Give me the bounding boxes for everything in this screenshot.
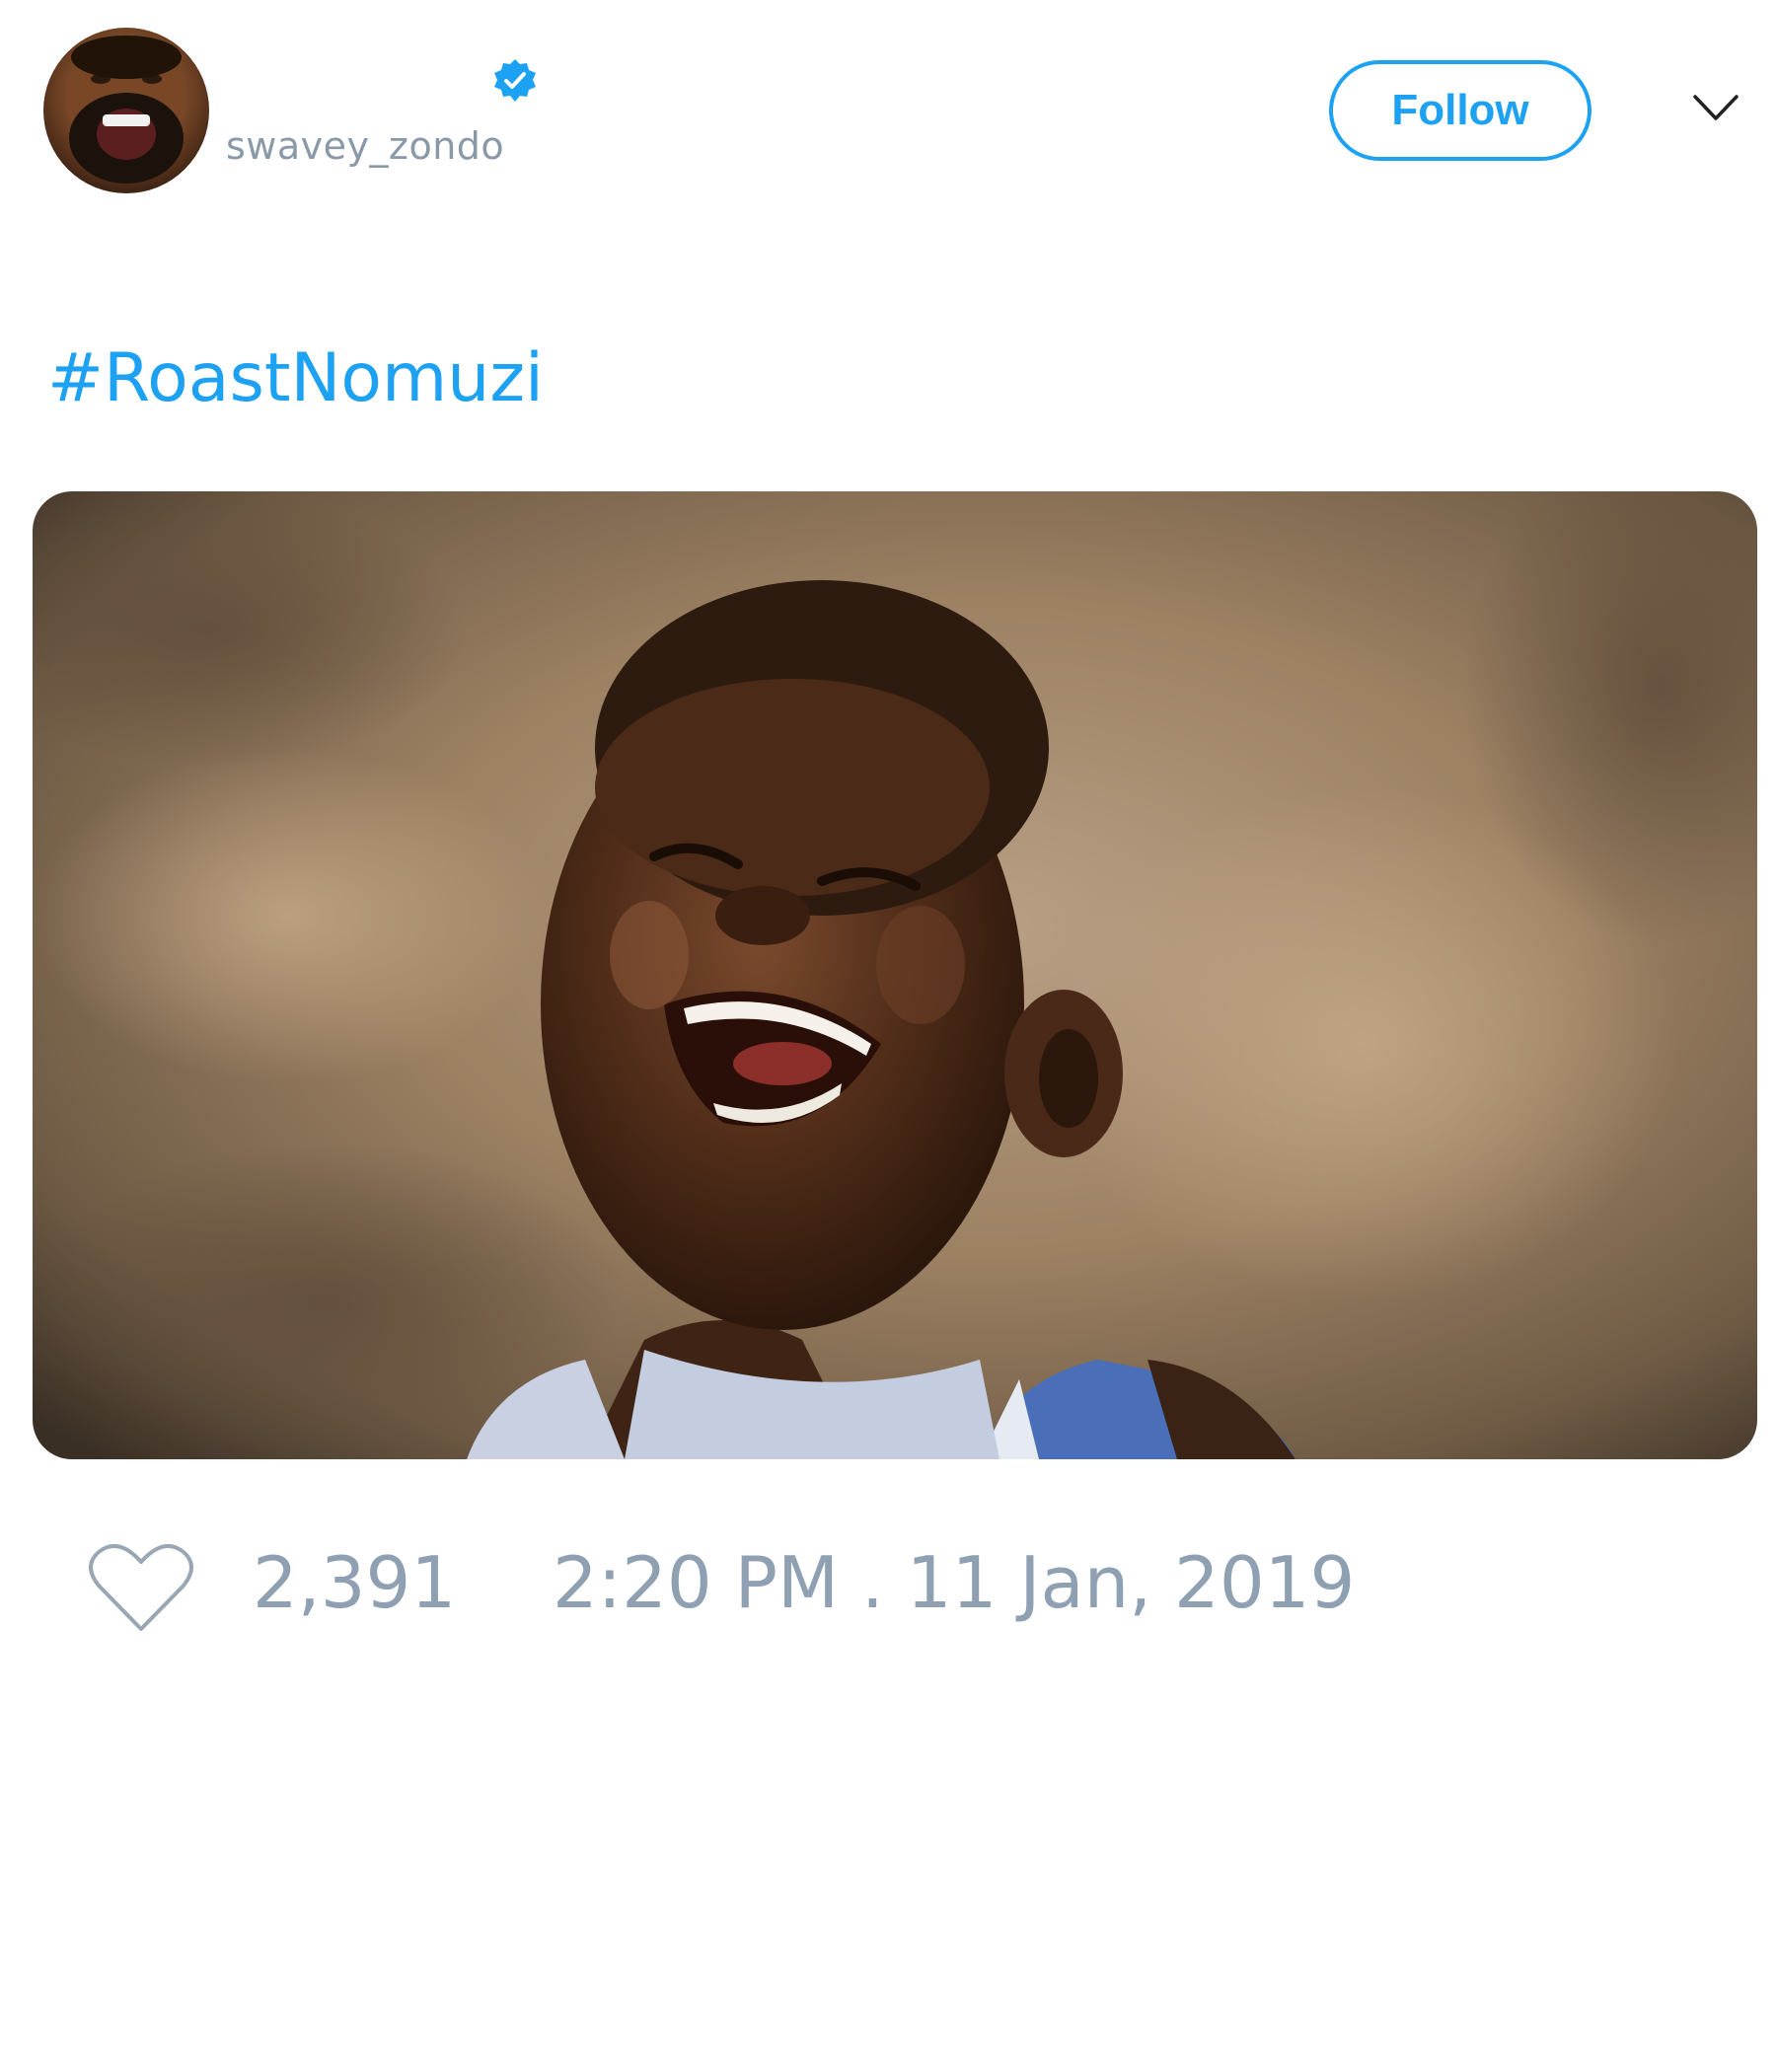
hashtag-link[interactable]: #RoastNomuzi [47, 339, 544, 417]
tweet-timestamp[interactable]: 2:20 PM . 11 Jan, 2019 [553, 1541, 1355, 1624]
verified-badge-icon [491, 57, 539, 105]
follow-button[interactable]: Follow [1329, 60, 1591, 161]
photo-laughing-boy [33, 491, 1757, 1459]
avatar[interactable] [43, 28, 209, 193]
user-handle[interactable]: swavey_zondo [226, 124, 504, 168]
chevron-down-icon[interactable] [1691, 91, 1740, 126]
like-count: 2,391 [253, 1541, 457, 1624]
heart-icon[interactable] [89, 1540, 193, 1635]
tweet-photo[interactable] [33, 491, 1757, 1459]
avatar-image [43, 28, 209, 193]
